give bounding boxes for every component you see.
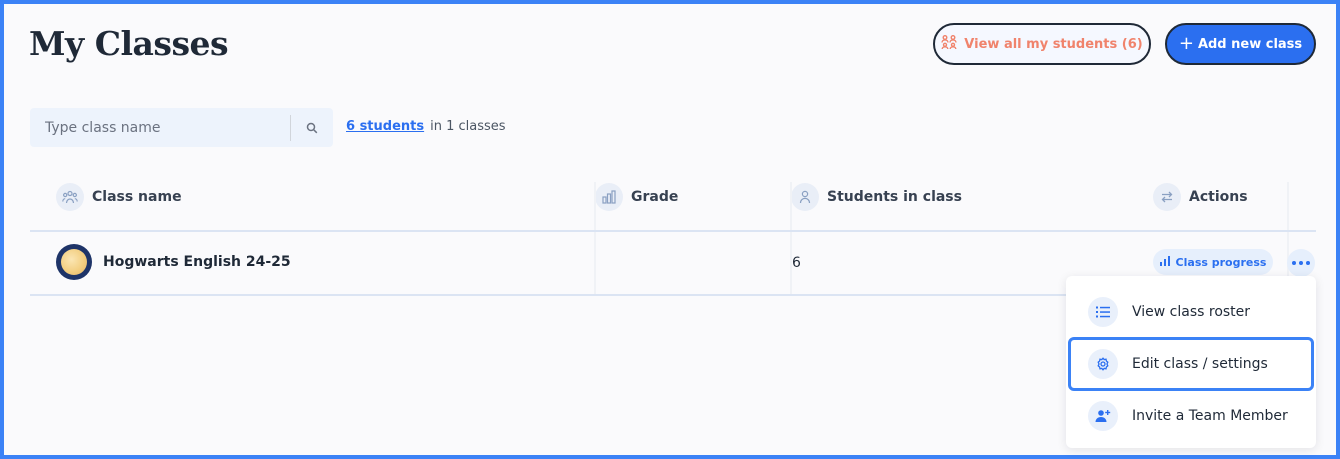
- view-all-students-button[interactable]: View all my students (6): [933, 23, 1151, 65]
- class-search: [30, 108, 333, 147]
- add-user-icon: [1088, 401, 1118, 431]
- students-link[interactable]: 6 students: [346, 119, 424, 134]
- column-header-grade: Grade: [595, 182, 678, 212]
- add-new-class-label: Add new class: [1197, 36, 1303, 52]
- menu-item-view-roster[interactable]: View class roster: [1068, 285, 1314, 339]
- classes-count-text: in 1 classes: [430, 119, 506, 134]
- column-label-grade: Grade: [631, 189, 679, 205]
- column-header-students: Students in class: [791, 182, 962, 212]
- actions-menu: View class roster Edit class / settings …: [1066, 276, 1316, 448]
- column-divider: [790, 182, 792, 294]
- column-label-class-name: Class name: [92, 189, 182, 205]
- students-count-cell: 6: [792, 255, 801, 271]
- search-icon[interactable]: [291, 108, 333, 147]
- search-input[interactable]: [30, 108, 290, 147]
- column-divider: [594, 182, 596, 294]
- menu-item-label: View class roster: [1132, 304, 1251, 320]
- class-progress-label: Class progress: [1175, 255, 1267, 269]
- students-group-icon: [941, 34, 957, 54]
- column-header-class-name: Class name: [56, 182, 182, 212]
- app-frame: My Classes View all my students (6) + Ad…: [4, 4, 1336, 455]
- dot: [1292, 261, 1296, 265]
- header-divider: [30, 230, 1316, 232]
- add-new-class-button[interactable]: + Add new class: [1165, 23, 1316, 65]
- moon-image: [61, 249, 87, 275]
- person-icon: [791, 183, 819, 211]
- page-title: My Classes: [29, 24, 229, 63]
- menu-item-invite-member[interactable]: Invite a Team Member: [1068, 389, 1314, 443]
- bar-chart-icon: [595, 183, 623, 211]
- dot: [1306, 261, 1310, 265]
- menu-item-label: Invite a Team Member: [1132, 408, 1288, 424]
- more-options-button[interactable]: [1287, 249, 1315, 277]
- plus-icon: +: [1178, 33, 1194, 54]
- class-name-text: Hogwarts English 24-25: [103, 254, 291, 270]
- column-header-actions: Actions: [1153, 182, 1248, 212]
- swap-arrows-icon: [1153, 183, 1181, 211]
- students-summary: 6 students in 1 classes: [346, 119, 506, 134]
- class-avatar: [56, 244, 92, 280]
- list-icon: [1088, 297, 1118, 327]
- class-group-icon: [56, 183, 84, 211]
- progress-chart-icon: [1159, 255, 1171, 269]
- menu-item-label: Edit class / settings: [1132, 356, 1268, 372]
- view-all-students-label: View all my students (6): [964, 36, 1143, 52]
- column-label-actions: Actions: [1189, 189, 1248, 205]
- class-progress-button[interactable]: Class progress: [1153, 249, 1273, 275]
- gear-icon: [1088, 349, 1118, 379]
- column-label-students: Students in class: [827, 189, 962, 205]
- class-name-cell[interactable]: Hogwarts English 24-25: [56, 244, 291, 280]
- menu-item-edit-settings[interactable]: Edit class / settings: [1068, 337, 1314, 391]
- dot: [1299, 261, 1303, 265]
